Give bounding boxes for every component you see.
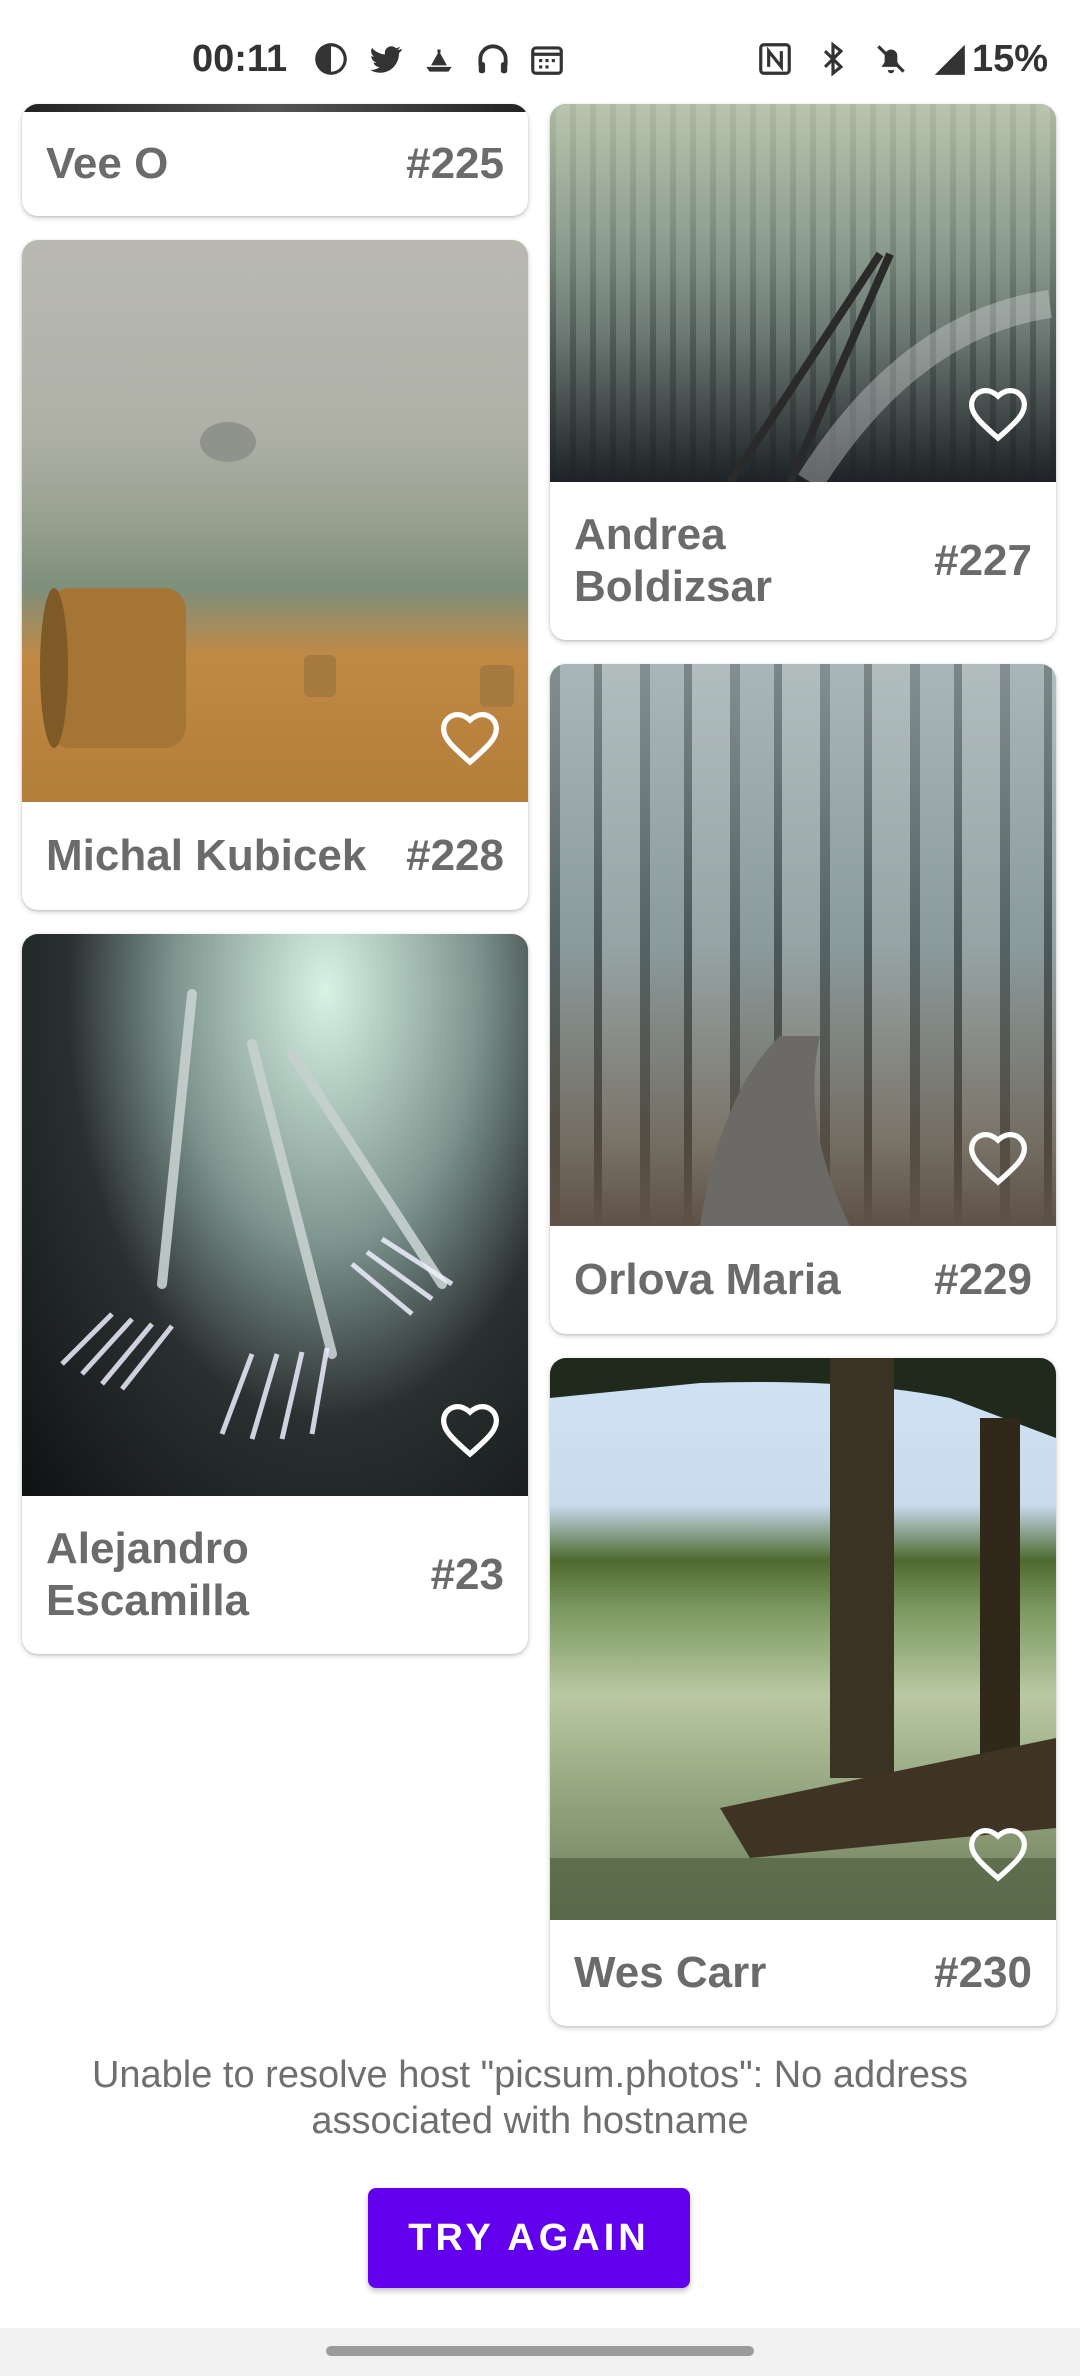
favorite-heart-icon[interactable] — [966, 1128, 1030, 1186]
headphones-icon — [478, 44, 508, 74]
error-message: Unable to resolve host "picsum.photos": … — [91, 2054, 969, 2142]
author-name: Alejandro Escamilla — [46, 1524, 250, 1625]
photo-id: #228 — [406, 831, 504, 880]
try-again-button[interactable]: TRY AGAIN — [368, 2188, 690, 2288]
gesture-handle[interactable] — [326, 2346, 754, 2356]
photo-id: #227 — [934, 536, 1032, 585]
favorite-heart-icon[interactable] — [966, 1824, 1030, 1882]
favorite-heart-icon[interactable] — [438, 1400, 502, 1458]
battery-percentage: 15% — [971, 38, 1048, 80]
boat-icon — [426, 49, 452, 72]
favorite-heart-icon[interactable] — [438, 708, 502, 766]
bluetooth-icon — [823, 41, 844, 77]
author-name: Michal Kubicek — [46, 831, 367, 880]
status-bar: 00:11 15% — [0, 0, 1080, 120]
author-name: Andrea Boldizsar — [574, 510, 773, 611]
favorite-heart-icon[interactable] — [966, 384, 1030, 442]
photo-image — [22, 104, 528, 112]
status-time: 00:11 — [192, 38, 288, 80]
pie-chart-icon — [315, 43, 347, 75]
signal-icon — [934, 44, 965, 75]
photo-card[interactable]: Alejandro Escamilla #23 — [22, 934, 528, 1654]
photo-id: #230 — [934, 1948, 1032, 1997]
photo-card[interactable]: Orlova Maria #229 — [550, 664, 1056, 1334]
photo-id: #225 — [406, 139, 504, 188]
twitter-icon — [369, 46, 403, 73]
photo-card[interactable]: Vee O #225 — [22, 104, 528, 216]
photo-card[interactable]: Michal Kubicek #228 — [22, 240, 528, 910]
photo-card[interactable]: Andrea Boldizsar #227 — [550, 104, 1056, 640]
photo-id: #23 — [430, 1550, 504, 1599]
photo-id: #229 — [934, 1255, 1032, 1304]
author-name: Wes Carr — [574, 1948, 767, 1997]
mute-bell-icon — [877, 45, 905, 74]
nfc-icon — [759, 43, 791, 75]
photo-card[interactable]: Wes Carr #230 — [550, 1358, 1056, 2026]
navigation-bar — [0, 2328, 1080, 2376]
author-name: Vee O — [46, 139, 169, 188]
calendar-icon — [531, 46, 563, 75]
author-name: Orlova Maria — [574, 1255, 841, 1304]
